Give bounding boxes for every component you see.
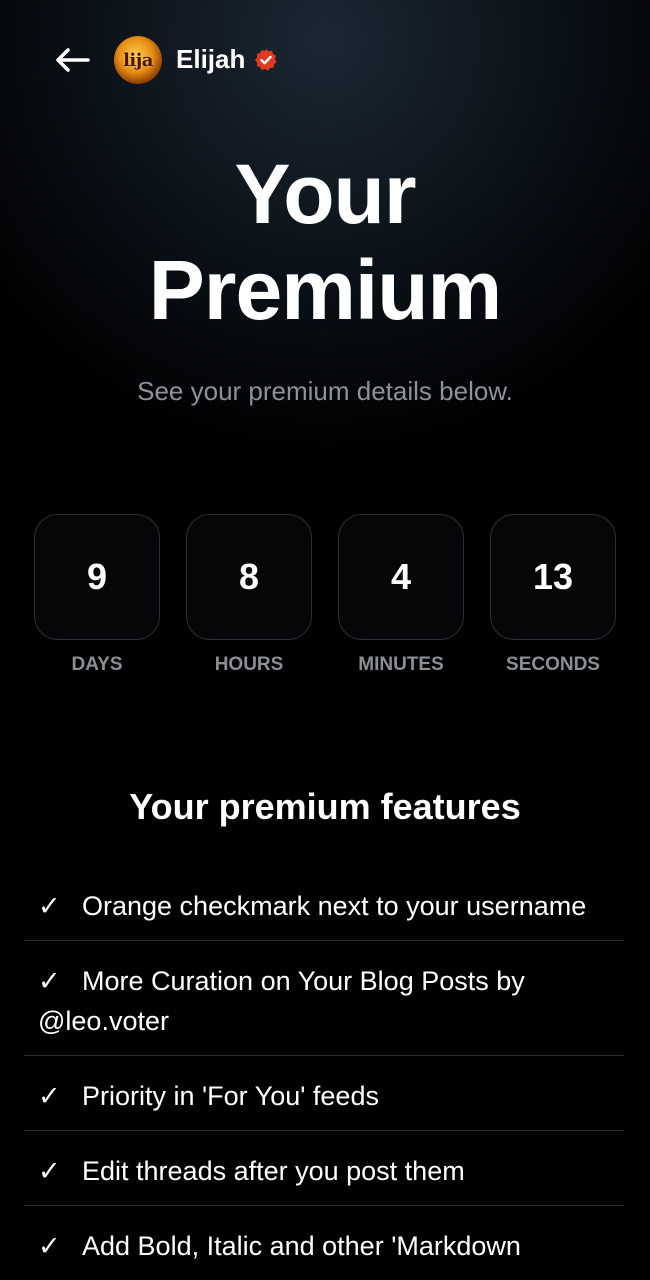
checkmark-icon: ✓ — [38, 891, 61, 921]
feature-text: Add Bold, Italic and other 'Markdown — [82, 1231, 521, 1261]
list-item: ✓ Priority in 'For You' feeds — [24, 1056, 624, 1131]
countdown-days: 9 DAYS — [34, 514, 160, 676]
avatar-text: lija — [123, 49, 153, 71]
page-title: Your Premium — [0, 146, 650, 338]
countdown-timer: 9 DAYS 8 HOURS 4 MINUTES 13 SECONDS — [34, 514, 616, 684]
list-item: ✓ Add Bold, Italic and other 'Markdown — [24, 1206, 624, 1280]
avatar[interactable]: lija — [114, 36, 162, 84]
verified-badge-icon — [255, 49, 277, 71]
title-line-2: Premium — [148, 243, 502, 337]
checkmark-icon: ✓ — [38, 966, 61, 996]
list-item: ✓ More Curation on Your Blog Posts by @le… — [24, 941, 624, 1056]
countdown-hours-value: 8 — [186, 514, 312, 640]
list-item: ✓ Edit threads after you post them — [24, 1131, 624, 1206]
username[interactable]: Elijah — [176, 44, 245, 75]
feature-text: Orange checkmark next to your username — [82, 891, 587, 921]
countdown-days-value: 9 — [34, 514, 160, 640]
title-line-1: Your — [234, 147, 416, 241]
countdown-seconds: 13 SECONDS — [490, 514, 616, 676]
arrow-left-icon — [56, 48, 90, 72]
list-item: ✓ Orange checkmark next to your username — [24, 866, 624, 941]
top-bar: lija Elijah — [0, 28, 650, 92]
checkmark-icon: ✓ — [38, 1156, 61, 1186]
features-list: ✓ Orange checkmark next to your username … — [24, 866, 624, 1280]
countdown-minutes-label: MINUTES — [358, 654, 444, 675]
features-title: Your premium features — [129, 786, 521, 827]
checkmark-icon: ✓ — [38, 1081, 61, 1111]
countdown-seconds-value: 13 — [490, 514, 616, 640]
page-subtitle: See your premium details below. — [137, 376, 513, 406]
countdown-minutes: 4 MINUTES — [338, 514, 464, 676]
countdown-days-label: DAYS — [71, 654, 123, 675]
countdown-hours-label: HOURS — [214, 654, 284, 675]
countdown-hours: 8 HOURS — [186, 514, 312, 676]
checkmark-icon: ✓ — [38, 1231, 61, 1261]
feature-text: More Curation on Your Blog Posts by @leo… — [38, 966, 525, 1036]
countdown-minutes-value: 4 — [338, 514, 464, 640]
feature-text: Edit threads after you post them — [82, 1156, 465, 1186]
countdown-seconds-label: SECONDS — [506, 654, 600, 675]
feature-text: Priority in 'For You' feeds — [82, 1081, 379, 1111]
back-button[interactable] — [50, 42, 94, 78]
premium-page: lija Elijah Your Premium See your premiu… — [0, 0, 650, 1280]
